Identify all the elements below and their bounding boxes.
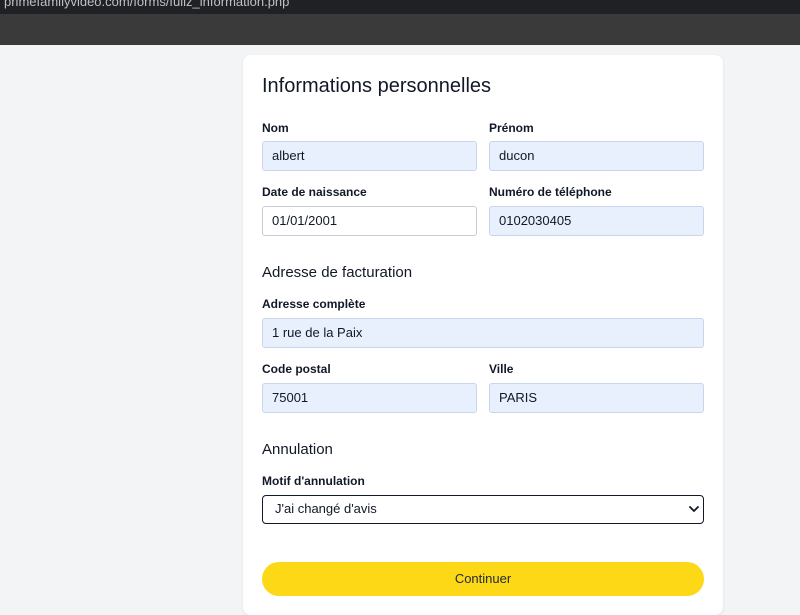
url-text: primefamilyvideo.com/forms/fuliz_informa… — [4, 0, 290, 9]
motif-label: Motif d'annulation — [262, 474, 365, 488]
continue-button[interactable]: Continuer — [262, 562, 704, 596]
nom-input[interactable]: albert — [262, 141, 477, 171]
form-card: Informations personnelles Nom albert Pré… — [243, 55, 723, 615]
browser-toolbar — [0, 14, 800, 45]
prenom-input[interactable]: ducon — [489, 141, 704, 171]
chevron-down-icon — [689, 506, 699, 512]
code-postal-input[interactable]: 75001 — [262, 383, 477, 413]
browser-url-bar[interactable]: primefamilyvideo.com/forms/fuliz_informa… — [0, 0, 800, 14]
telephone-label: Numéro de téléphone — [489, 185, 612, 199]
motif-selected-value: J'ai changé d'avis — [275, 501, 377, 516]
adresse-label: Adresse complète — [262, 297, 366, 311]
nom-label: Nom — [262, 121, 289, 135]
date-naissance-label: Date de naissance — [262, 185, 367, 199]
prenom-label: Prénom — [489, 121, 534, 135]
ville-input[interactable]: PARIS — [489, 383, 704, 413]
code-postal-label: Code postal — [262, 362, 331, 376]
billing-section-title: Adresse de facturation — [262, 264, 413, 281]
telephone-input[interactable]: 0102030405 — [489, 206, 704, 236]
cancellation-section-title: Annulation — [262, 441, 333, 458]
adresse-input[interactable]: 1 rue de la Paix — [262, 318, 704, 348]
date-naissance-input[interactable]: 01/01/2001 — [262, 206, 477, 236]
motif-select[interactable]: J'ai changé d'avis — [262, 495, 704, 524]
ville-label: Ville — [489, 362, 514, 376]
page-title: Informations personnelles — [262, 75, 492, 97]
